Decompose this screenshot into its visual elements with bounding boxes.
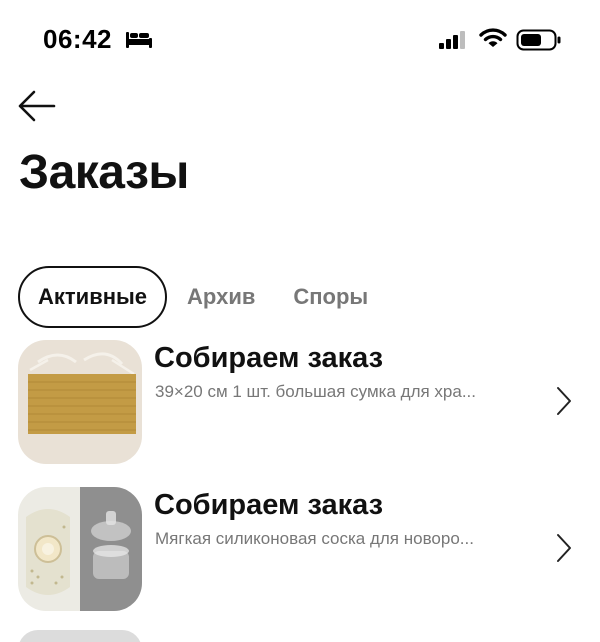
arrow-left-icon	[18, 90, 56, 122]
order-thumbnail	[18, 487, 142, 611]
page-title: Заказы	[19, 146, 189, 199]
order-list-item[interactable]: Собираем заказ 39×20 см 1 шт. большая су…	[18, 340, 600, 464]
order-status: Собираем заказ	[154, 342, 384, 374]
order-description: Мягкая силиконовая соска для новоро...	[155, 529, 474, 548]
tab-disputes[interactable]: Споры	[293, 266, 368, 328]
woven-bag-photo	[18, 340, 142, 464]
signal-icon	[439, 31, 465, 49]
tab-bar: Активные Архив Споры	[18, 266, 368, 328]
order-thumbnail	[18, 340, 142, 464]
status-bar: 06:42	[0, 0, 600, 80]
tab-archive[interactable]: Архив	[187, 266, 255, 328]
back-button[interactable]	[16, 88, 60, 124]
order-thumbnail-partial	[18, 630, 142, 642]
battery-icon	[516, 29, 561, 51]
order-status: Собираем заказ	[154, 489, 384, 521]
chevron-right-icon	[557, 387, 571, 415]
bed-icon	[126, 32, 152, 48]
chevron-right-icon	[557, 534, 571, 562]
status-time: 06:42	[43, 24, 112, 54]
order-list-item[interactable]: Собираем заказ Мягкая силиконовая соска …	[18, 487, 600, 611]
pacifier-photo	[18, 487, 142, 611]
tab-active[interactable]: Активные	[18, 266, 168, 328]
wifi-icon	[479, 28, 507, 47]
order-description: 39×20 см 1 шт. большая сумка для хра...	[155, 382, 476, 401]
